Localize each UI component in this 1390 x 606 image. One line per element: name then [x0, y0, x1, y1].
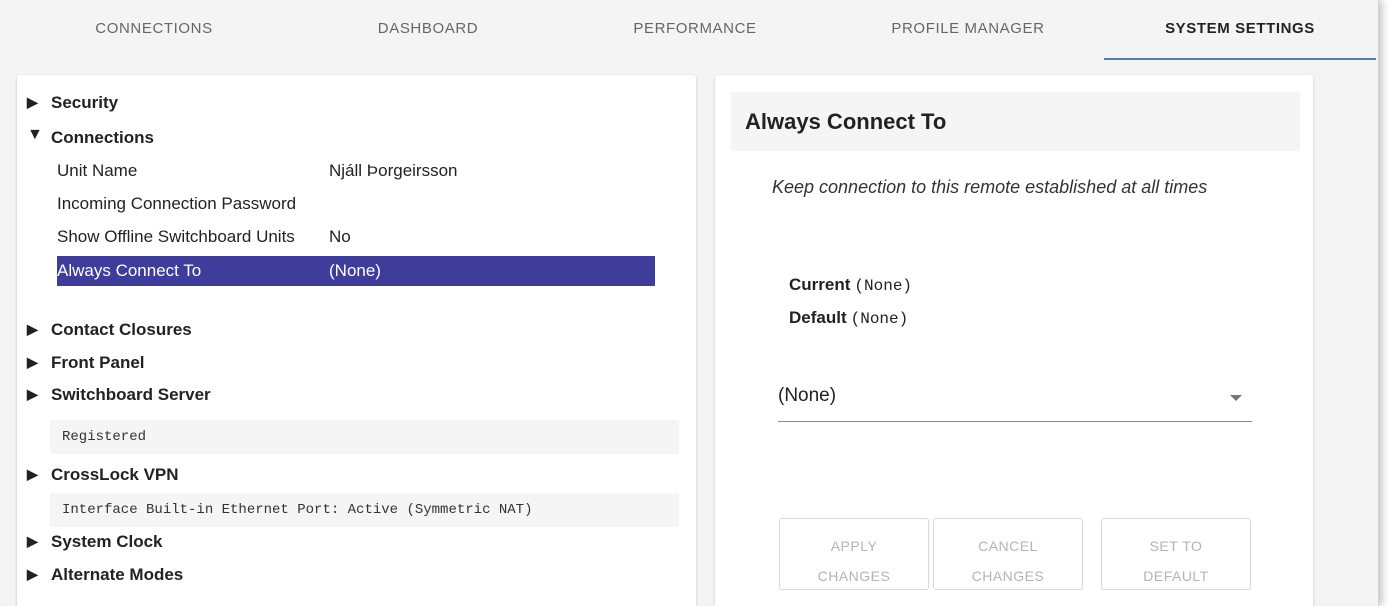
expand-arrow-icon: ▶: [27, 386, 38, 402]
setting-row-always-connect-to[interactable]: Always Connect To (None): [57, 256, 655, 286]
setting-value: No: [329, 227, 351, 246]
setting-row-show-offline[interactable]: Show Offline Switchboard Units No: [57, 222, 655, 252]
expand-arrow-icon: ▶: [27, 533, 38, 549]
collapse-arrow-icon: ▼: [27, 126, 43, 143]
section-label: Security: [51, 93, 119, 112]
setting-row-incoming-password[interactable]: Incoming Connection Password: [57, 189, 655, 219]
apply-changes-button[interactable]: APPLY CHANGES: [779, 518, 929, 590]
dropdown-caret-icon: [1230, 395, 1242, 401]
expand-arrow-icon: ▶: [27, 466, 38, 482]
tab-performance[interactable]: PERFORMANCE: [595, 0, 795, 60]
expand-arrow-icon: ▶: [27, 94, 38, 110]
setting-detail-panel: Always Connect To Keep connection to thi…: [715, 75, 1313, 606]
crosslock-vpn-status: Interface Built-in Ethernet Port: Active…: [50, 493, 679, 527]
tree-section-alternate-modes[interactable]: ▶ Alternate Modes: [27, 565, 183, 587]
settings-tree-panel: ▶ Security ▼ Connections Unit Name Njáll Þ…: [17, 75, 696, 606]
default-label: Default: [789, 308, 847, 327]
expand-arrow-icon: ▶: [27, 566, 38, 582]
tab-system-settings[interactable]: SYSTEM SETTINGS: [1104, 0, 1376, 60]
app-frame: CONNECTIONS DASHBOARD PERFORMANCE PROFIL…: [0, 0, 1379, 606]
button-label-line1: APPLY: [830, 538, 878, 554]
section-label: CrossLock VPN: [51, 465, 179, 484]
current-value: (None): [854, 277, 913, 295]
tree-section-security[interactable]: ▶ Security: [27, 93, 118, 115]
setting-key: Incoming Connection Password: [57, 194, 297, 213]
expand-arrow-icon: ▶: [27, 354, 38, 370]
tab-profile-manager[interactable]: PROFILE MANAGER: [868, 0, 1068, 60]
tree-section-front-panel[interactable]: ▶ Front Panel: [27, 353, 145, 375]
always-connect-select[interactable]: (None): [778, 375, 1252, 422]
section-label: System Clock: [51, 532, 163, 551]
current-value-row: Current (None): [789, 275, 912, 295]
tree-section-system-clock[interactable]: ▶ System Clock: [27, 532, 163, 554]
tab-dashboard[interactable]: DASHBOARD: [328, 0, 528, 60]
button-label-line1: SET TO: [1149, 538, 1203, 554]
button-label-line2: DEFAULT: [1143, 568, 1209, 584]
section-label: Alternate Modes: [51, 565, 184, 584]
current-label: Current: [789, 275, 851, 294]
section-label: Contact Closures: [51, 320, 192, 339]
default-value: (None): [850, 310, 909, 328]
detail-description: Keep connection to this remote establish…: [772, 177, 1208, 197]
tree-section-switchboard-server[interactable]: ▶ Switchboard Server: [27, 385, 211, 407]
section-label: Connections: [51, 128, 154, 147]
tree-section-connections[interactable]: ▼ Connections: [27, 126, 154, 148]
button-label-line2: CHANGES: [817, 568, 891, 584]
setting-value: Njáll Þorgeirsson: [329, 161, 458, 180]
tree-section-contact-closures[interactable]: ▶ Contact Closures: [27, 320, 192, 342]
setting-key: Unit Name: [57, 161, 138, 180]
section-label: Front Panel: [51, 353, 145, 372]
switchboard-server-status: Registered: [50, 420, 679, 454]
setting-key: Show Offline Switchboard Units: [57, 227, 295, 246]
detail-title: Always Connect To: [745, 109, 947, 134]
setting-value: (None): [329, 261, 381, 280]
section-label: Switchboard Server: [51, 385, 211, 404]
detail-header: Always Connect To: [731, 92, 1300, 151]
tab-bar: CONNECTIONS DASHBOARD PERFORMANCE PROFIL…: [0, 0, 1378, 60]
set-to-default-button[interactable]: SET TO DEFAULT: [1101, 518, 1251, 590]
button-label-line2: CHANGES: [971, 568, 1045, 584]
default-value-row: Default (None): [789, 308, 908, 328]
setting-row-unit-name[interactable]: Unit Name Njáll Þorgeirsson: [57, 156, 655, 186]
button-label-line1: CANCEL: [978, 538, 1038, 554]
setting-key: Always Connect To: [57, 261, 202, 280]
cancel-changes-button[interactable]: CANCEL CHANGES: [933, 518, 1083, 590]
tab-connections[interactable]: CONNECTIONS: [54, 0, 254, 60]
tree-section-crosslock-vpn[interactable]: ▶ CrossLock VPN: [27, 465, 179, 487]
select-value: (None): [778, 385, 837, 406]
expand-arrow-icon: ▶: [27, 321, 38, 337]
